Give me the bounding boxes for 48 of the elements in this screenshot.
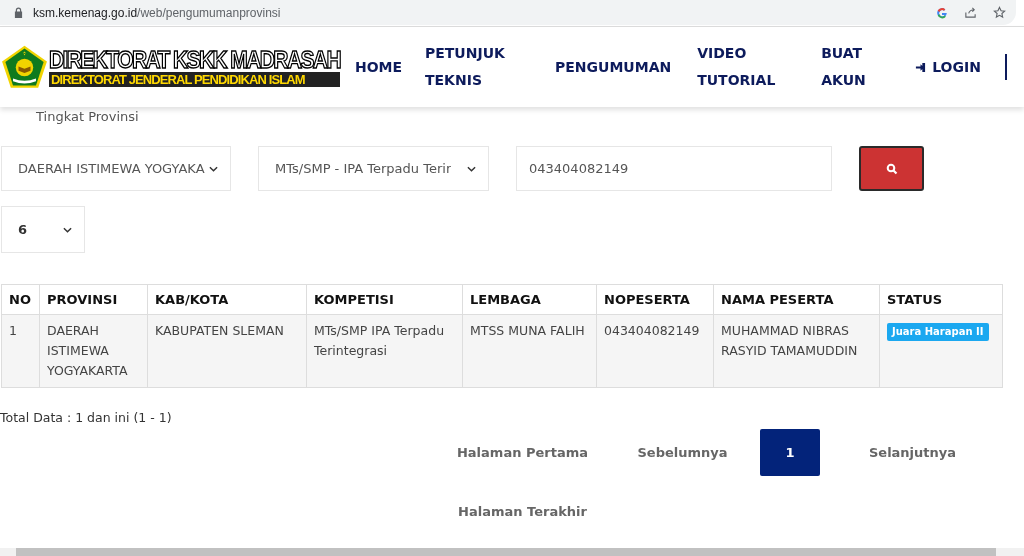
chevron-icon xyxy=(209,165,218,172)
table-cell: 1 xyxy=(1,314,40,388)
logo-subtitle: DIREKTORAT JENDERAL PENDIDIKAN ISLAM xyxy=(49,71,340,87)
logo-title: DIREKTORAT KSKK MADRASAH xyxy=(49,45,340,74)
nav-link[interactable]: LOGIN xyxy=(915,53,981,81)
table-cell: MTSS MUNA FALIH xyxy=(462,314,597,388)
nav-link[interactable]: HOME xyxy=(355,53,421,81)
column-header: LEMBAGA xyxy=(462,284,597,315)
province-select[interactable]: DAERAH ISTIMEWA YOGYAKA xyxy=(1,146,231,191)
horizontal-scrollbar[interactable] xyxy=(0,548,1024,556)
total-data-text: Total Data : 1 dan ini (1 - 1) xyxy=(0,410,173,425)
column-header: KOMPETISI xyxy=(306,284,463,315)
pagination-link[interactable]: 1 xyxy=(760,429,820,476)
lock-icon xyxy=(14,7,23,18)
table-cell: 043404082149 xyxy=(596,314,714,388)
pagination-link[interactable]: Selanjutnya xyxy=(820,429,1005,476)
column-header: NOPESERTA xyxy=(596,284,714,315)
chevron-icon xyxy=(63,226,72,233)
nav-link[interactable]: PENGUMUMAN xyxy=(555,53,672,81)
column-header: STATUS xyxy=(879,284,1003,315)
chevron-icon xyxy=(467,165,476,172)
nav-link[interactable]: VIDEO TUTORIAL xyxy=(697,40,798,94)
page-size-select[interactable]: 6 xyxy=(1,206,85,253)
nav-link[interactable]: PETUNJUK TEKNIS xyxy=(425,40,525,94)
competition-select[interactable]: MTs/SMP - IPA Terpadu Terir xyxy=(258,146,489,191)
login-icon xyxy=(915,61,927,73)
table-cell: KABUPATEN SLEMAN xyxy=(147,314,307,388)
search-icon xyxy=(885,162,898,175)
pagination-link[interactable]: Halaman Pertama xyxy=(440,429,605,476)
column-header: KAB/KOTA xyxy=(147,284,307,315)
column-header: PROVINSI xyxy=(39,284,148,315)
google-icon[interactable] xyxy=(936,6,948,19)
status-badge: Juara Harapan II xyxy=(887,323,989,341)
table-cell: DAERAH ISTIMEWA YOGYAKARTA xyxy=(39,314,148,388)
nav-link[interactable]: BUAT AKUN xyxy=(821,40,892,94)
url-text: ksm.kemenag.go.id/web/pengumumanprovinsi xyxy=(33,5,281,20)
participant-number-field[interactable]: 043404082149 xyxy=(516,146,832,191)
column-header: NAMA PESERTA xyxy=(713,284,880,315)
column-header: NO xyxy=(1,284,40,315)
pagination-link[interactable]: Halaman Terakhir xyxy=(440,488,605,535)
table-cell: MUHAMMAD NIBRAS RASYID TAMAMUDDIN xyxy=(713,314,880,388)
section-subtitle: Tingkat Provinsi xyxy=(35,109,140,126)
share-icon[interactable] xyxy=(964,6,977,19)
search-button[interactable] xyxy=(859,146,924,191)
star-icon[interactable] xyxy=(993,6,1006,19)
pagination-link[interactable]: Sebelumnya xyxy=(605,429,760,476)
table-cell: MTs/SMP IPA Terpadu Terintegrasi xyxy=(306,314,463,388)
address-bar[interactable]: ksm.kemenag.go.id/web/pengumumanprovinsi xyxy=(0,0,1016,25)
